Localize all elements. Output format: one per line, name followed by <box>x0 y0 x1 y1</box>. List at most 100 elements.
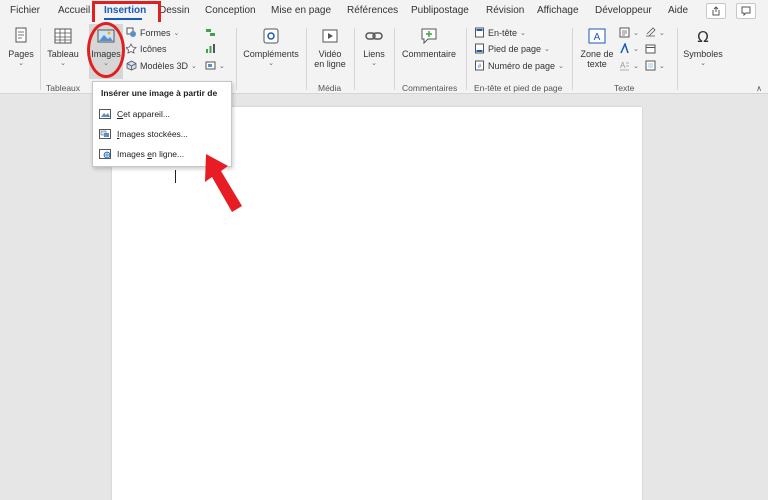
pied-de-page-button[interactable]: Pied de page ⌄ <box>474 43 550 54</box>
quick-parts-button[interactable]: ⌄ <box>619 27 639 38</box>
menu-item-label: Cet appareil... <box>117 109 170 119</box>
chevron-down-icon: ⌄ <box>191 62 197 70</box>
commentaire-button[interactable]: Commentaire <box>398 26 460 59</box>
icones-button[interactable]: Icônes <box>126 43 167 54</box>
dropcap-button[interactable]: A ⌄ <box>619 60 639 71</box>
chevron-down-icon: ⌄ <box>633 62 639 70</box>
entete-button[interactable]: En-tête ⌄ <box>474 27 526 38</box>
tab-publipostage[interactable]: Publipostage <box>411 5 469 16</box>
formes-label: Formes <box>140 27 171 38</box>
divider <box>572 28 573 90</box>
tab-revision[interactable]: Révision <box>486 5 524 16</box>
video-en-ligne-button[interactable]: Vidéo en ligne <box>310 26 350 69</box>
wordart-icon <box>620 43 629 54</box>
chevron-down-icon: ⌄ <box>700 60 706 67</box>
divider <box>354 28 355 90</box>
label-part: n ligne... <box>151 149 185 159</box>
pages-button[interactable]: Pages ⌄ <box>8 26 34 69</box>
chevron-down-icon: ⌄ <box>659 62 665 70</box>
share-icon[interactable] <box>706 3 726 19</box>
omega-icon: Ω <box>697 28 708 46</box>
chevron-down-icon: ⌄ <box>520 29 526 37</box>
divider <box>236 28 237 90</box>
numero-de-page-button[interactable]: # Numéro de page ⌄ <box>474 60 564 71</box>
tableau-button[interactable]: Tableau ⌄ <box>46 26 80 69</box>
menu-item-label: Images stockées... <box>117 129 188 139</box>
chart-button[interactable] <box>205 43 216 54</box>
tab-aide[interactable]: Aide <box>668 5 688 16</box>
chevron-down-icon: ⌄ <box>268 60 274 67</box>
modeles-3d-button[interactable]: Modèles 3D ⌄ <box>126 60 197 71</box>
zone-de-texte-label-line1: Zone de <box>580 49 614 59</box>
smartart-button[interactable] <box>205 27 216 38</box>
red-arrow-annotation <box>205 154 242 212</box>
video-icon <box>322 29 338 43</box>
video-label-line2: en ligne <box>314 59 346 69</box>
tab-references[interactable]: Références <box>347 5 398 16</box>
label-part: Images <box>117 149 148 159</box>
label-part: mages stockées... <box>119 129 188 139</box>
symboles-button[interactable]: Ω Symboles ⌄ <box>681 26 725 69</box>
zone-de-texte-button[interactable]: A Zone de texte <box>578 26 616 69</box>
complements-button[interactable]: Compléments ⌄ <box>240 26 302 69</box>
chevron-down-icon: ⌄ <box>60 60 66 67</box>
comments-icon[interactable] <box>736 3 756 19</box>
tab-accueil[interactable]: Accueil <box>58 5 90 16</box>
text-cursor <box>175 170 176 183</box>
tab-conception[interactable]: Conception <box>205 5 256 16</box>
group-label-entete-pied: En-tête et pied de page <box>474 83 563 93</box>
zone-de-texte-label-line2: texte <box>587 59 607 69</box>
tab-insertion[interactable]: Insertion <box>104 5 146 16</box>
group-label-media: Média <box>318 83 342 93</box>
active-tab-indicator <box>104 18 142 20</box>
quick-parts-icon <box>619 27 630 38</box>
pied-de-page-label: Pied de page <box>488 43 542 54</box>
addins-icon <box>263 28 279 44</box>
date-time-button[interactable] <box>645 43 656 54</box>
group-label-texte: Texte <box>614 83 635 93</box>
tab-dessin[interactable]: Dessin <box>159 5 190 16</box>
signature-icon <box>646 27 656 37</box>
table-icon <box>54 28 72 44</box>
tab-developpeur[interactable]: Développeur <box>595 5 652 16</box>
pages-icon <box>15 27 27 43</box>
liens-button[interactable]: Liens ⌄ <box>358 26 390 69</box>
formes-button[interactable]: Formes ⌄ <box>126 27 179 38</box>
complements-label: Compléments <box>243 49 299 59</box>
signature-line-button[interactable]: ⌄ <box>645 27 665 38</box>
pages-label: Pages <box>8 49 34 59</box>
menu-bar: Fichier Accueil Insertion Dessin Concept… <box>0 0 768 22</box>
chevron-down-icon: ⌄ <box>103 60 109 67</box>
images-button[interactable]: Images ⌄ <box>89 24 123 79</box>
video-label-line1: Vidéo <box>318 49 342 59</box>
label-part: et appareil... <box>123 109 170 119</box>
menu-item-label: Images en ligne... <box>117 149 184 159</box>
tab-mise-en-page[interactable]: Mise en page <box>271 5 331 16</box>
object-button[interactable]: ⌄ <box>645 60 665 71</box>
tab-fichier[interactable]: Fichier <box>10 5 40 16</box>
screenshot-button[interactable]: ⌄ <box>205 60 225 71</box>
entete-label: En-tête <box>488 27 518 38</box>
tab-affichage[interactable]: Affichage <box>537 5 579 16</box>
dropdown-header: Insérer une image à partir de <box>101 88 218 98</box>
menu-item-cet-appareil[interactable]: Cet appareil... <box>99 106 227 122</box>
stock-images-icon <box>99 129 111 139</box>
numero-de-page-label: Numéro de page <box>488 60 556 71</box>
svg-text:A: A <box>620 61 626 70</box>
divider <box>40 28 41 90</box>
collapse-ribbon-icon[interactable]: ∧ <box>756 84 762 93</box>
chevron-down-icon: ⌄ <box>18 60 24 67</box>
chart-icon <box>206 44 215 53</box>
comment-icon <box>421 28 437 45</box>
chevron-down-icon: ⌄ <box>173 29 180 37</box>
online-images-icon <box>99 149 111 159</box>
menu-item-images-stockees[interactable]: Images stockées... <box>99 126 227 142</box>
group-label-tableaux: Tableaux <box>46 83 81 93</box>
dropcap-icon: A <box>620 61 629 71</box>
images-label: Images <box>91 49 121 59</box>
chevron-down-icon: ⌄ <box>633 29 639 37</box>
icons-icon <box>126 43 137 54</box>
divider <box>306 28 307 90</box>
wordart-button[interactable]: ⌄ <box>619 43 639 54</box>
camera-icon <box>99 109 111 119</box>
